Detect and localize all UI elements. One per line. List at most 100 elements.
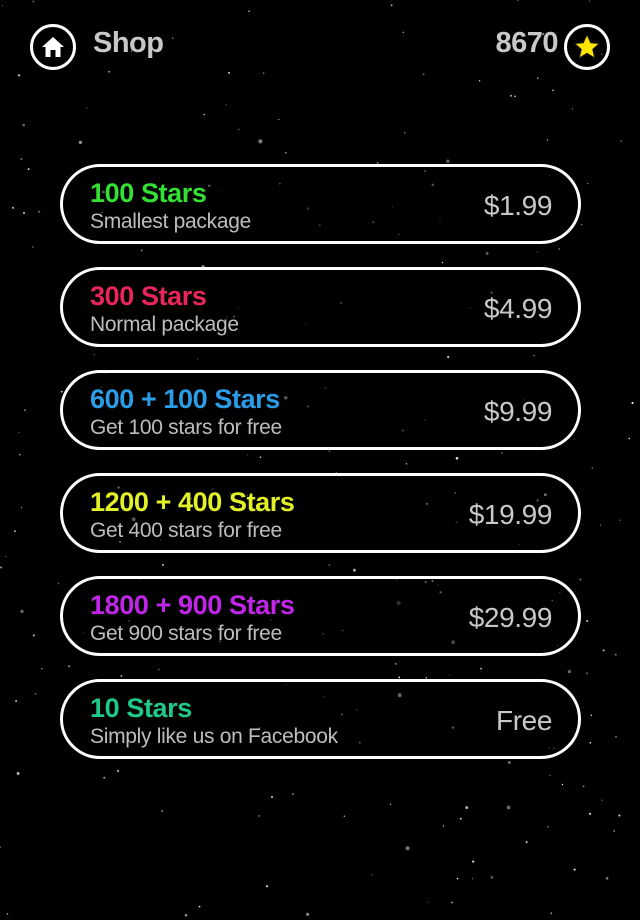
background-star: [573, 868, 576, 871]
top-bar: Shop 8670: [0, 0, 640, 95]
background-star: [20, 157, 23, 160]
package-price: Free: [496, 705, 552, 736]
star-balance-badge: [564, 24, 610, 70]
background-star: [550, 912, 553, 915]
package-description: Normal package: [90, 313, 239, 336]
background-star: [306, 912, 310, 916]
background-star: [619, 519, 621, 521]
background-star: [258, 815, 260, 817]
background-star: [620, 140, 623, 142]
package-price: $4.99: [483, 293, 552, 324]
background-star: [583, 785, 585, 787]
package-description: Smallest package: [90, 210, 251, 233]
background-star: [561, 783, 564, 786]
background-star: [34, 692, 37, 695]
background-star: [198, 905, 201, 908]
background-star: [41, 667, 43, 670]
background-star: [285, 151, 287, 154]
background-star: [78, 140, 83, 145]
package-300-stars[interactable]: 300 Stars Normal package $4.99: [60, 267, 581, 347]
background-star: [371, 874, 373, 876]
background-star: [615, 736, 617, 738]
background-star: [258, 139, 263, 144]
background-star: [442, 825, 445, 827]
package-name: 1800 + 900 Stars: [90, 590, 295, 620]
background-star: [547, 825, 549, 828]
background-star: [590, 714, 593, 717]
background-star: [225, 104, 227, 106]
home-icon: [42, 37, 64, 57]
background-star: [446, 159, 450, 163]
background-star: [18, 431, 20, 433]
background-star: [24, 409, 26, 411]
background-star: [5, 555, 7, 558]
background-star: [12, 206, 15, 209]
background-star: [581, 224, 583, 226]
background-star: [546, 139, 549, 141]
background-star: [161, 810, 164, 812]
background-star: [238, 128, 240, 131]
background-star: [86, 107, 88, 109]
background-star: [38, 210, 41, 213]
background-star: [571, 108, 573, 110]
background-star: [451, 901, 453, 904]
background-star: [15, 700, 18, 702]
background-star: [586, 619, 589, 623]
background-star: [525, 841, 528, 844]
background-star: [599, 524, 602, 526]
background-star: [20, 609, 24, 614]
background-star: [587, 183, 589, 185]
background-star: [586, 672, 588, 675]
package-price: $9.99: [483, 396, 552, 427]
home-button[interactable]: [30, 24, 76, 70]
background-star: [203, 113, 205, 116]
background-star: [27, 168, 30, 171]
background-star: [601, 799, 603, 801]
background-star: [514, 95, 516, 98]
background-star: [403, 131, 406, 134]
package-description: Get 400 stars for free: [90, 519, 282, 542]
package-description: Simply like us on Facebook: [90, 725, 338, 748]
background-star: [278, 118, 280, 121]
background-star: [591, 467, 593, 469]
background-star: [32, 634, 35, 637]
background-star: [292, 793, 294, 795]
background-star: [14, 530, 16, 533]
package-facebook-like[interactable]: 10 Stars Simply like us on Facebook Free: [60, 679, 581, 759]
package-1200-plus-400-stars[interactable]: 1200 + 400 Stars Get 400 stars for free …: [60, 473, 581, 553]
background-star: [426, 901, 429, 903]
background-star: [405, 846, 410, 851]
background-star: [0, 846, 1, 848]
background-star: [614, 653, 617, 656]
package-100-stars[interactable]: 100 Stars Smallest package $1.99: [60, 164, 581, 244]
background-star: [21, 506, 23, 508]
background-star: [184, 913, 188, 917]
background-star: [459, 817, 462, 820]
background-star: [605, 877, 609, 880]
package-price: $1.99: [483, 190, 552, 221]
background-star: [265, 885, 269, 888]
background-star: [31, 246, 34, 248]
background-star: [271, 796, 273, 798]
package-description: Get 100 stars for free: [90, 416, 282, 439]
shop-screen: Shop 8670 100 Stars Smallest package $1.…: [0, 0, 640, 920]
package-600-plus-100-stars[interactable]: 600 + 100 Stars Get 100 stars for free $…: [60, 370, 581, 450]
background-star: [472, 860, 475, 863]
background-star: [510, 94, 512, 97]
background-star: [628, 437, 631, 440]
package-name: 300 Stars: [90, 281, 207, 311]
background-star: [343, 815, 345, 817]
star-balance: 8670: [495, 27, 558, 59]
package-list: 100 Stars Smallest package $1.99 300 Sta…: [60, 164, 581, 782]
background-star: [0, 566, 2, 569]
background-star: [618, 814, 621, 817]
package-description: Get 900 stars for free: [90, 622, 282, 645]
background-star: [589, 741, 592, 744]
package-price: $29.99: [468, 602, 553, 633]
package-name: 600 + 100 Stars: [90, 384, 280, 414]
package-1800-plus-900-stars[interactable]: 1800 + 900 Stars Get 900 stars for free …: [60, 576, 581, 656]
star-icon: [573, 33, 601, 60]
background-star: [22, 123, 26, 127]
background-star: [16, 771, 20, 775]
package-name: 10 Stars: [90, 693, 192, 723]
